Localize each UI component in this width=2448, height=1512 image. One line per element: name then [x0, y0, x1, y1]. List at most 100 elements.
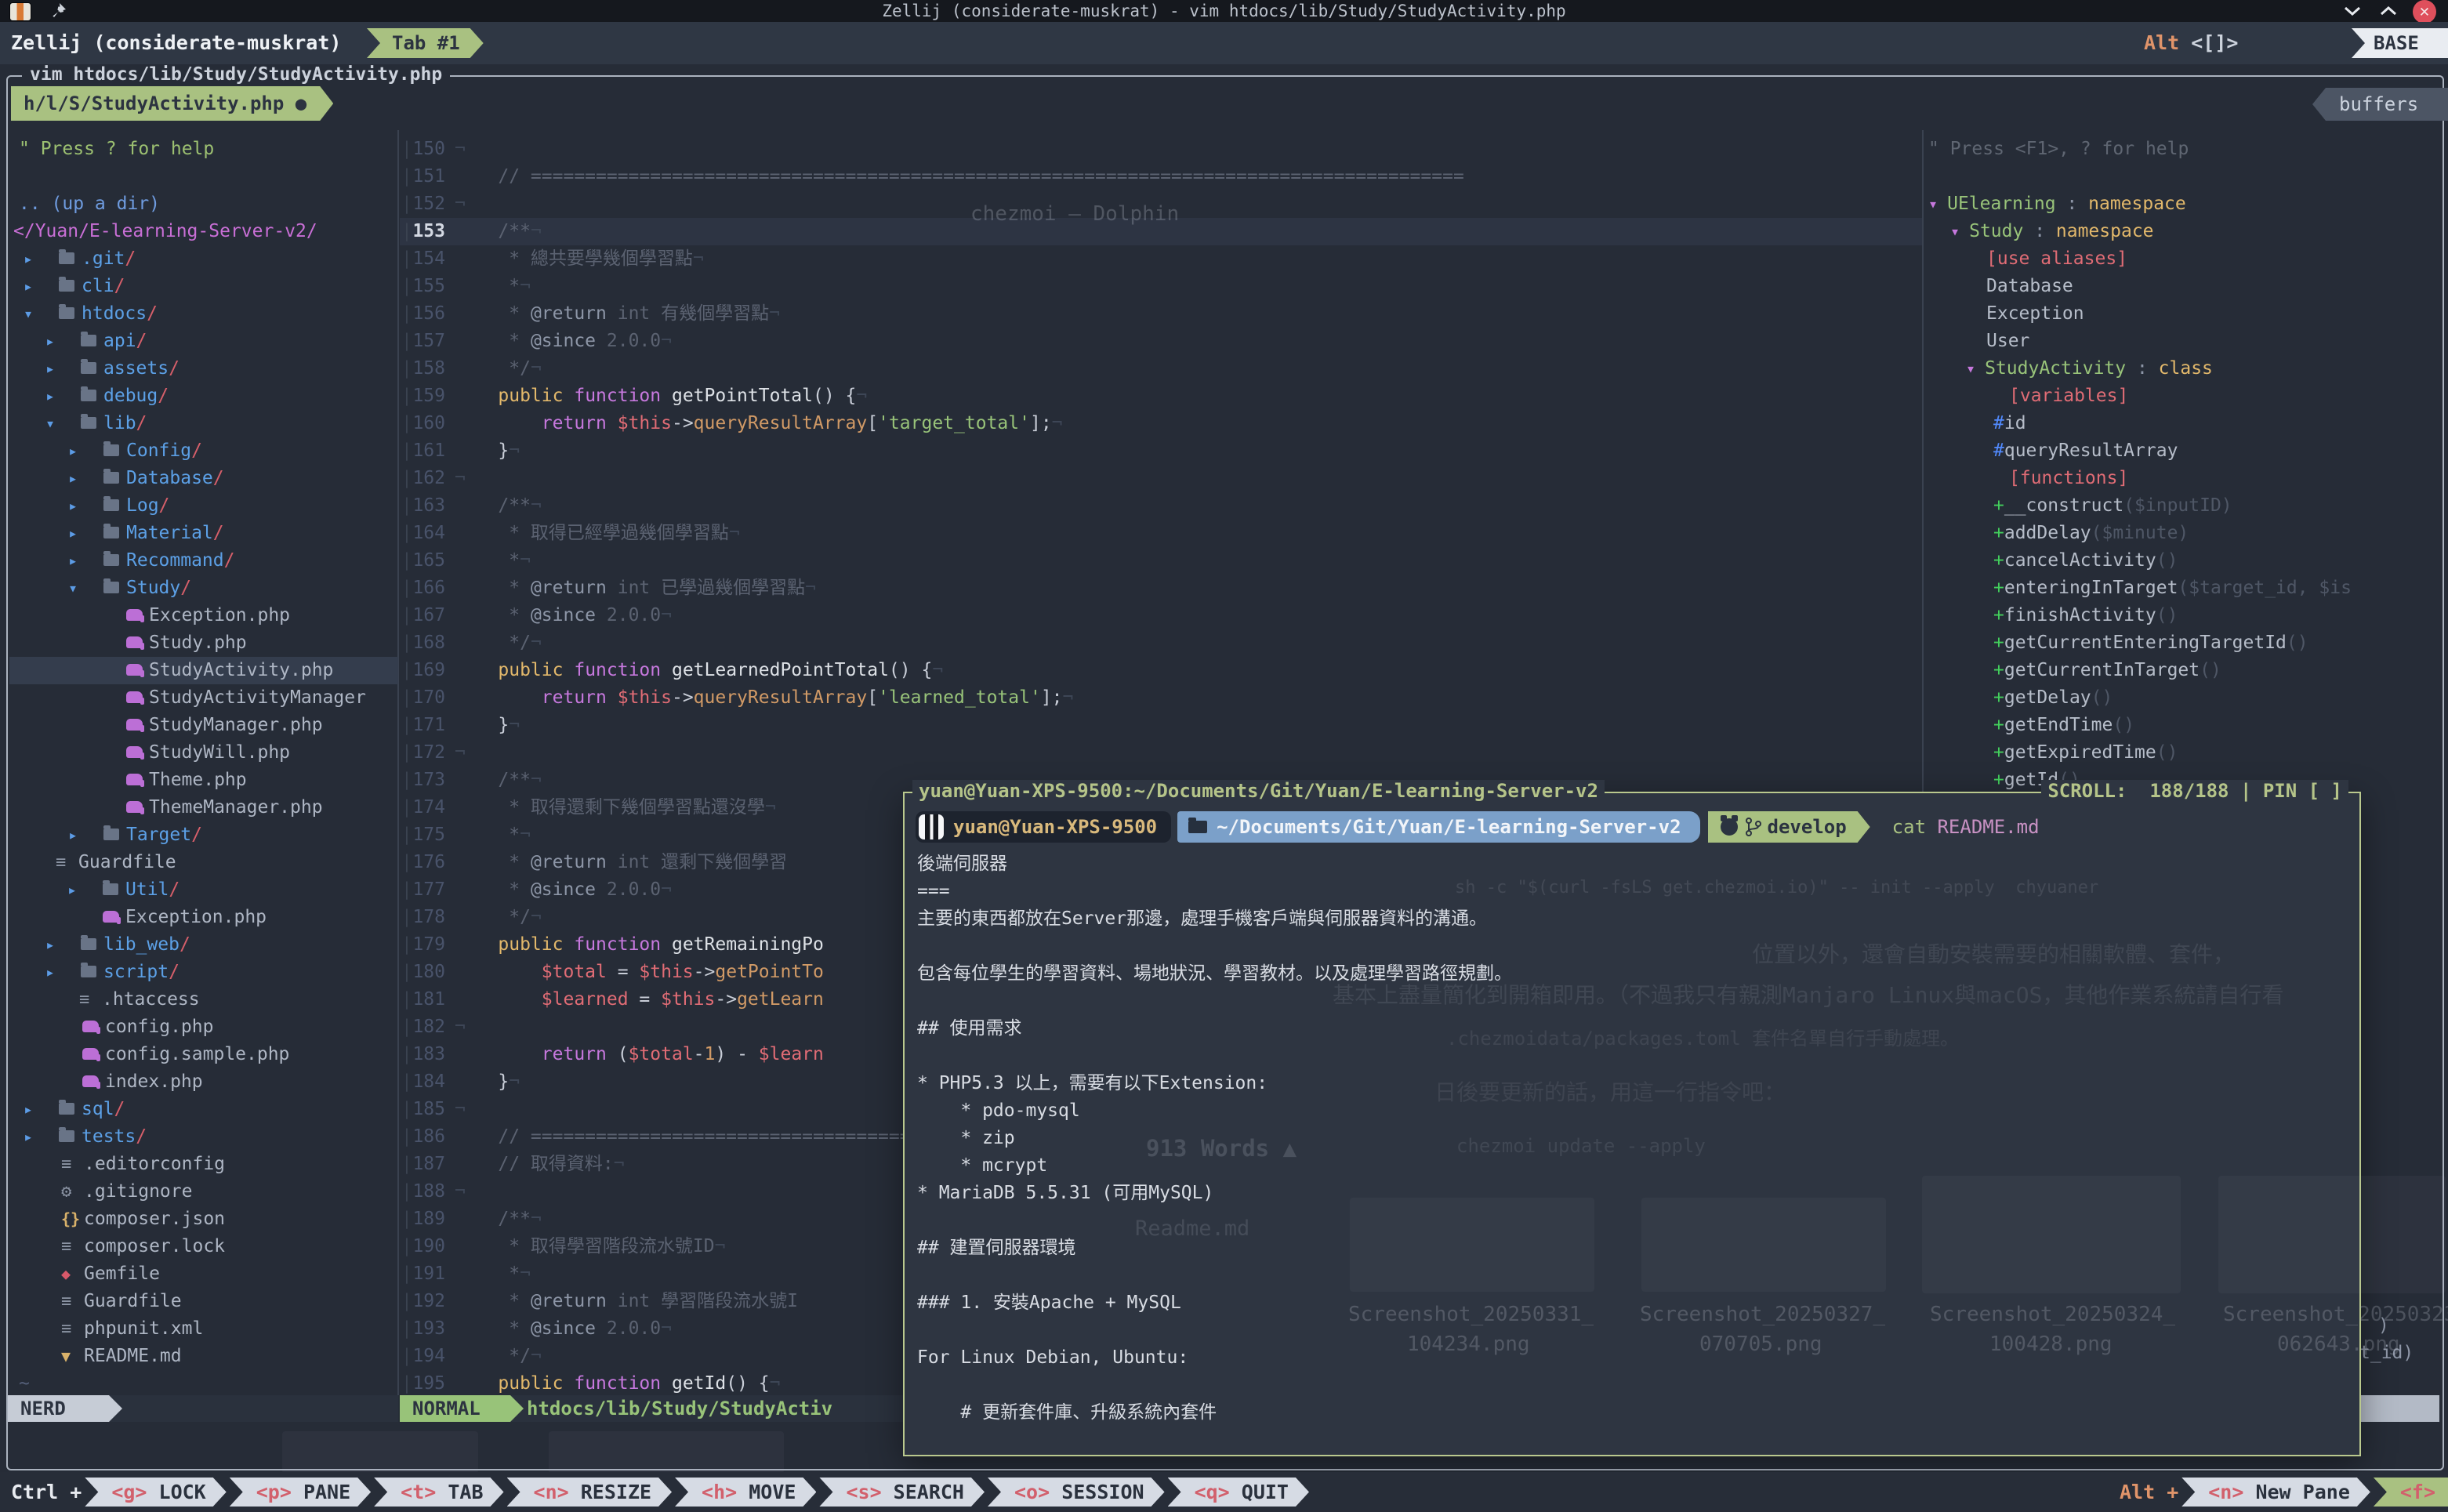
git-branch-name: develop [1768, 816, 1847, 838]
tagbar-row[interactable]: +getExpiredTime() [1993, 739, 2178, 767]
readme-line: === [917, 878, 950, 905]
keybind-tab[interactable]: <t> TAB [374, 1478, 503, 1507]
tagbar-row[interactable]: +enteringInTarget($target_id, $is [1993, 575, 2352, 602]
down-icon: ▼ [61, 1343, 71, 1370]
keybind-lock[interactable]: <g> LOCK [85, 1478, 226, 1507]
lines-icon: ≡ [56, 849, 66, 876]
chevron-closed-icon: ▸ [68, 821, 78, 849]
keybind-floating[interactable]: <f> Floating [2374, 1478, 2448, 1507]
braces-icon: {} [61, 1206, 80, 1233]
tree-row[interactable]: ◆Gemfile [9, 1260, 398, 1288]
folder-icon [59, 1130, 74, 1142]
tagbar-row[interactable]: +getCurrentEnteringTargetId() [1993, 629, 2308, 657]
tagbar-row[interactable]: [use aliases] [1986, 245, 2127, 273]
keybind-pane[interactable]: <p> PANE [230, 1478, 371, 1507]
tree-row[interactable]: ▸sql/ [9, 1096, 398, 1123]
tree-row[interactable]: config.sample.php [9, 1041, 398, 1068]
gem-icon: ◆ [61, 1260, 71, 1288]
github-icon [1721, 818, 1738, 836]
tagbar-row[interactable]: +getDelay() [1993, 684, 2113, 712]
readme-line: * PHP5.3 以上，需要有以下Extension: [917, 1070, 1268, 1097]
tree-row[interactable]: config.php [9, 1013, 398, 1041]
gear-icon: ⚙ [61, 1178, 71, 1206]
tagbar-row[interactable]: #queryResultArray [1993, 437, 2178, 465]
tagbar-row[interactable]: " Press <F1>, ? for help [1928, 136, 2189, 163]
zellij-keybar: Ctrl + <g> LOCK<p> PANE<t> TAB<n> RESIZE… [0, 1472, 2448, 1512]
php-icon [126, 801, 143, 813]
prompt-git-segment: develop [1708, 811, 1870, 843]
floating-pane-title: yuan@Yuan-XPS-9500:~/Documents/Git/Yuan/… [912, 780, 1605, 802]
tree-row[interactable]: ≡phpunit.xml [9, 1315, 398, 1343]
tree-row[interactable]: ▼README.md [9, 1343, 398, 1370]
keybind-search[interactable]: <s> SEARCH [819, 1478, 985, 1507]
tagbar-row[interactable]: +getEndTime() [1993, 712, 2134, 739]
ctrl-label: Ctrl + [11, 1481, 82, 1503]
tagbar-row[interactable]: [variables] [2009, 383, 2128, 410]
keybind-session[interactable]: <o> SESSION [988, 1478, 1165, 1507]
prompt-command[interactable]: cat README.md [1892, 816, 2040, 838]
tree-row[interactable]: ▸Target/ [9, 821, 398, 849]
tagbar-overflow-text: ) [2378, 1315, 2389, 1336]
tree-row[interactable]: ▸tests/ [9, 1123, 398, 1151]
tagbar-row[interactable]: Database [1986, 273, 2073, 300]
tree-row[interactable]: ≡Guardfile [9, 849, 398, 876]
terminal-icon [919, 814, 944, 839]
prompt-host-segment: yuan@Yuan-XPS-9500 [916, 811, 1171, 843]
lines-icon: ≡ [61, 1233, 71, 1260]
php-icon [82, 1021, 99, 1032]
folder-icon [81, 966, 96, 977]
tree-row[interactable]: ▸Util/ [9, 876, 398, 904]
tree-row[interactable]: ≡composer.lock [9, 1233, 398, 1260]
chevron-closed-icon: ▸ [24, 1096, 33, 1123]
tagbar-row[interactable]: ▾ UElearning : namespace [1928, 190, 2186, 218]
tagbar-row[interactable]: ▾ StudyActivity : class [1966, 355, 2213, 383]
readme-line: * MariaDB 5.5.31 (可用MySQL) [917, 1180, 1213, 1207]
shell-prompt: yuan@Yuan-XPS-9500 ~/Documents/Git/Yuan/… [916, 810, 2040, 843]
tagbar-row[interactable]: Exception [1986, 300, 2084, 328]
tagbar-row[interactable]: #id [1993, 410, 2026, 437]
folder-icon [1188, 821, 1207, 833]
statusline-filepath: htdocs/lib/Study/StudyActiv [527, 1395, 832, 1422]
keybind-resize[interactable]: <n> RESIZE [507, 1478, 673, 1507]
tagbar-overflow-text: t_id) [2359, 1343, 2414, 1363]
readme-line: 後端伺服器 [917, 850, 1007, 878]
tree-row[interactable]: {}composer.json [9, 1206, 398, 1233]
keybind-move[interactable]: <h> MOVE [675, 1478, 816, 1507]
php-icon [103, 911, 119, 923]
tagbar-row[interactable]: +finishActivity() [1993, 602, 2178, 629]
tagbar-row[interactable]: +getCurrentInTarget() [1993, 657, 2221, 684]
readme-line: * pdo-mysql [917, 1097, 1080, 1125]
tree-row[interactable]: ≡Guardfile [9, 1288, 398, 1315]
nerd-mode-badge: NERD [8, 1395, 122, 1422]
tagbar-row[interactable]: +cancelActivity() [1993, 547, 2178, 575]
folder-icon [103, 829, 119, 840]
tagbar-row[interactable]: User [1986, 328, 2029, 355]
tree-row[interactable]: ≡.htaccess [9, 986, 398, 1013]
chevron-closed-icon: ▸ [45, 931, 55, 959]
floating-pane-scroll-pin[interactable]: SCROLL: 188/188 | PIN [ ] [2041, 780, 2348, 802]
folder-icon [103, 883, 118, 895]
tree-row[interactable]: ⚙.gitignore [9, 1178, 398, 1206]
tagbar-row[interactable]: [functions] [2009, 465, 2128, 492]
tree-row[interactable]: ▸lib_web/ [9, 931, 398, 959]
tree-row[interactable]: index.php [9, 1068, 398, 1096]
tagbar-row[interactable]: +__construct($inputID) [1993, 492, 2232, 520]
readme-line: For Linux Debian, Ubuntu: [917, 1344, 1188, 1372]
tree-row[interactable]: Exception.php [9, 904, 398, 931]
tree-row[interactable]: ▸script/ [9, 959, 398, 986]
readme-line: # 更新套件庫、升級系統內套件 [917, 1399, 1217, 1427]
readme-line: ### 1. 安裝Apache + MySQL [917, 1289, 1181, 1317]
tree-row[interactable]: ≡.editorconfig [9, 1151, 398, 1178]
tree-row[interactable]: ~ [9, 1370, 398, 1395]
lines-icon: ≡ [79, 986, 89, 1013]
git-branch-icon [1746, 817, 1761, 837]
tagbar-row[interactable]: +addDelay($minute) [1993, 520, 2189, 547]
readme-line: 主要的東西都放在Server那邊，處理手機客戶端與伺服器資料的溝通。 [917, 905, 1487, 933]
keybind-quit[interactable]: <q> QUIT [1168, 1478, 1309, 1507]
tree-row[interactable]: ThemeManager.php [9, 794, 398, 821]
keybind-new-pane[interactable]: <n> New Pane [2181, 1478, 2370, 1507]
floating-terminal-pane[interactable]: yuan@Yuan-XPS-9500:~/Documents/Git/Yuan/… [903, 792, 2361, 1456]
folder-icon [81, 938, 96, 950]
tagbar-row[interactable]: ▾ Study : namespace [1950, 218, 2154, 245]
readme-line: ## 使用需求 [917, 1015, 1022, 1042]
